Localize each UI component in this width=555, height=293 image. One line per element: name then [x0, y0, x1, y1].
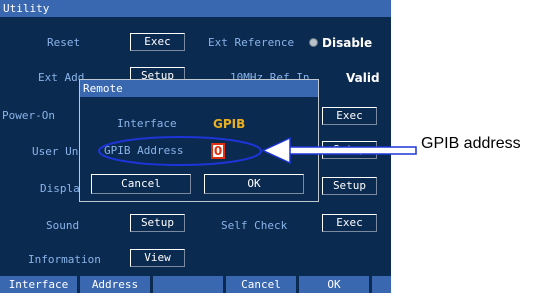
gpib-address-input[interactable]: 0	[211, 143, 225, 159]
self-check-label: Self Check	[221, 219, 288, 232]
interface-label: Interface	[117, 117, 177, 130]
interface-value: GPIB	[213, 117, 246, 131]
window-title: Utility	[0, 0, 391, 17]
power-on-label: Power-On	[2, 109, 55, 122]
reset-exec-button[interactable]: Exec	[130, 33, 185, 51]
remote-dialog-title: Remote	[80, 80, 318, 97]
sound-label: Sound	[46, 219, 80, 232]
ext-add-label: Ext Add	[38, 71, 85, 84]
dialog-cancel-button[interactable]: Cancel	[91, 174, 191, 194]
power-on-exec-button[interactable]: Exec	[322, 107, 377, 125]
sound-setup-button[interactable]: Setup	[130, 214, 185, 232]
gpib-address-label: GPIB Address	[104, 144, 184, 157]
softkey-blank-6[interactable]	[372, 276, 391, 293]
information-view-button[interactable]: View	[130, 249, 185, 267]
ext-reference-label: Ext Reference	[208, 36, 295, 49]
ext-reference-value: Disable	[322, 36, 373, 50]
softkey-address[interactable]: Address	[80, 276, 150, 293]
dialog-ok-button[interactable]: OK	[204, 174, 304, 194]
reset-label: Reset	[47, 36, 81, 49]
self-check-exec-button[interactable]: Exec	[322, 214, 377, 232]
remote-dialog: Remote Interface GPIB GPIB Address 0 Can…	[79, 79, 319, 202]
gpib-address-callout-text: GPIB address	[421, 135, 521, 152]
softkey-ok[interactable]: OK	[299, 276, 369, 293]
display-setup-button[interactable]: Setup	[322, 177, 377, 195]
information-label: Information	[28, 253, 101, 266]
utility-screen: Utility Reset Exec Ext Reference Disable…	[0, 0, 391, 293]
softkey-cancel[interactable]: Cancel	[226, 276, 296, 293]
ref-in-value: Valid	[346, 71, 380, 85]
softkey-blank-3[interactable]	[153, 276, 223, 293]
ext-reference-indicator-icon	[309, 38, 318, 47]
user-unit-setup-button[interactable]: Setup	[322, 141, 377, 159]
softkey-interface[interactable]: Interface	[0, 276, 77, 293]
